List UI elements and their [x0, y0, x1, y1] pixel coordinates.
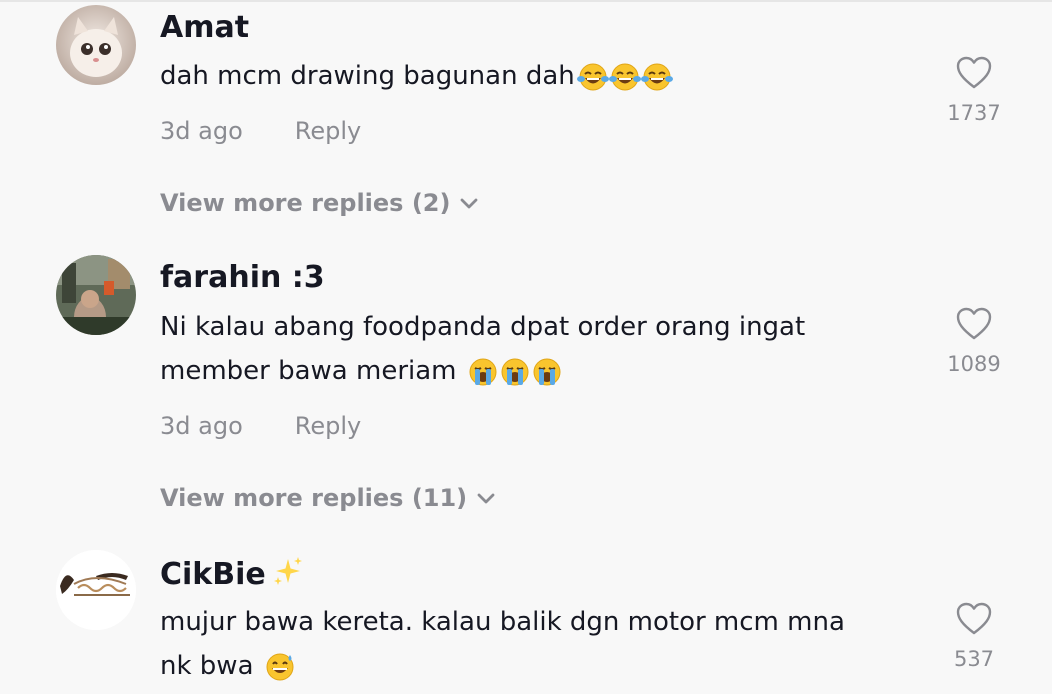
reply-button[interactable]: Reply: [295, 117, 361, 145]
like-count: 1737: [947, 101, 1001, 125]
emoji-group: [576, 55, 673, 99]
comment-meta: 3d ago Reply: [160, 411, 361, 441]
emoji-group: [467, 350, 563, 394]
comment-text-content: nk bwa: [160, 651, 262, 681]
heart-icon[interactable]: [956, 56, 992, 90]
avatar[interactable]: [56, 255, 136, 335]
comment-text-line: Ni kalau abang foodpanda dpat order oran…: [160, 312, 806, 342]
comment-text-content: member bawa meriam: [160, 356, 465, 386]
comment-text-content: dah mcm drawing bagunan dah: [160, 61, 575, 91]
cat-avatar-image: [56, 5, 136, 85]
like-count: 1089: [947, 352, 1001, 376]
loudly-crying-face-icon: [533, 358, 561, 386]
comment-text-line-2: nk bwa: [160, 644, 900, 689]
username[interactable]: CikBie: [160, 555, 304, 596]
comment-meta: 3d ago Reply: [160, 116, 361, 146]
avatar[interactable]: [56, 5, 136, 85]
like-group: 537: [934, 602, 1014, 672]
loudly-crying-face-icon: [469, 358, 497, 386]
username[interactable]: Amat: [160, 10, 249, 46]
sparkles-icon: [272, 555, 304, 596]
avatar[interactable]: [56, 550, 136, 630]
view-more-replies-label: View more replies (2): [160, 189, 451, 217]
like-count: 537: [953, 647, 995, 671]
view-more-replies-label: View more replies (11): [160, 484, 468, 512]
like-group: 1737: [934, 56, 1014, 126]
like-group: 1089: [934, 307, 1014, 377]
comment-text: Ni kalau abang foodpanda dpat order oran…: [160, 305, 900, 394]
view-more-replies-button[interactable]: View more replies (2): [160, 188, 478, 218]
top-divider: [0, 0, 1052, 2]
timestamp: 3d ago: [160, 117, 243, 145]
face-with-tears-of-joy-icon: [640, 63, 673, 91]
view-more-replies-button[interactable]: View more replies (11): [160, 483, 495, 513]
comment-text-line: mujur bawa kereta. kalau balik dgn motor…: [160, 607, 845, 637]
comment-text: dah mcm drawing bagunan dah: [160, 54, 900, 99]
username-label: CikBie: [160, 557, 266, 592]
timestamp: 3d ago: [160, 412, 243, 440]
grinning-face-with-sweat-icon: [266, 653, 294, 681]
comment-text-line-2: member bawa meriam: [160, 349, 900, 394]
emoji-group: [264, 645, 296, 689]
brand-logo-avatar: [56, 550, 136, 630]
face-with-tears-of-joy-icon: [576, 63, 609, 91]
chevron-down-icon: [461, 198, 478, 209]
photo-avatar-image: [56, 255, 136, 335]
chevron-down-icon: [477, 493, 495, 504]
reply-button[interactable]: Reply: [295, 412, 361, 440]
comment-text: mujur bawa kereta. kalau balik dgn motor…: [160, 600, 900, 689]
username[interactable]: farahin :3: [160, 260, 325, 296]
heart-icon[interactable]: [956, 602, 992, 636]
loudly-crying-face-icon: [501, 358, 529, 386]
heart-icon[interactable]: [956, 307, 992, 341]
face-with-tears-of-joy-icon: [608, 63, 641, 91]
